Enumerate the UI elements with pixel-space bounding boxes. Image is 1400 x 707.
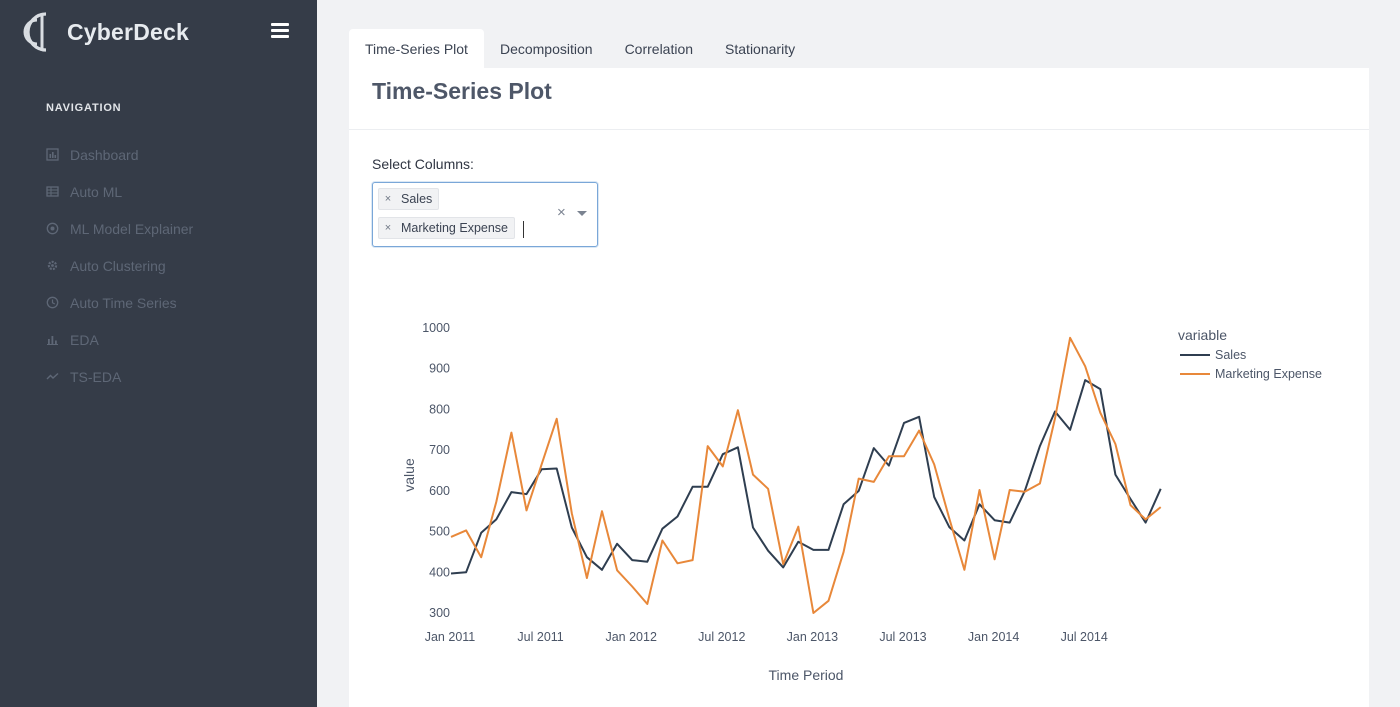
sidebar-item-label: ML Model Explainer xyxy=(70,220,194,237)
globe-icon xyxy=(44,221,60,237)
tab-decomposition[interactable]: Decomposition xyxy=(484,29,609,68)
sidebar-item-label: Auto Time Series xyxy=(70,294,177,311)
x-tick-label: Jul 2014 xyxy=(1061,630,1108,644)
cyberdeck-logo-icon xyxy=(23,12,47,52)
brand-name: CyberDeck xyxy=(67,18,189,45)
tab-bar: Time-Series Plot Decomposition Correlati… xyxy=(349,29,811,68)
menu-toggle-icon[interactable] xyxy=(271,23,289,38)
clock-icon xyxy=(44,295,60,311)
x-axis-title: Time Period xyxy=(769,667,844,683)
x-tick-label: Jul 2012 xyxy=(698,630,745,644)
legend-item-label[interactable]: Marketing Expense xyxy=(1215,367,1322,381)
sidebar-item-ml-model-explainer[interactable]: ML Model Explainer xyxy=(44,210,193,247)
sidebar-item-auto-time-series[interactable]: Auto Time Series xyxy=(44,284,193,321)
x-tick-label: Jan 2011 xyxy=(425,630,476,644)
line-chart-icon xyxy=(44,369,60,385)
sidebar-nav: Dashboard Auto ML ML Model Explainer Aut… xyxy=(44,136,193,395)
y-tick-label: 800 xyxy=(429,402,450,416)
tab-stationarity[interactable]: Stationarity xyxy=(709,29,811,68)
sidebar-item-dashboard[interactable]: Dashboard xyxy=(44,136,193,173)
y-tick-label: 400 xyxy=(429,565,450,579)
x-tick-label: Jan 2012 xyxy=(605,630,656,644)
bar-chart-icon xyxy=(44,332,60,348)
x-tick-label: Jul 2011 xyxy=(517,630,563,644)
sidebar-item-label: Auto ML xyxy=(70,183,123,200)
sidebar-item-eda[interactable]: EDA xyxy=(44,321,193,358)
x-tick-label: Jul 2013 xyxy=(879,630,926,644)
legend: variable Sales Marketing Expense xyxy=(1178,327,1322,381)
sidebar-item-label: Auto Clustering xyxy=(70,257,166,274)
sidebar-item-label: EDA xyxy=(70,331,99,348)
tab-time-series-plot[interactable]: Time-Series Plot xyxy=(349,29,484,68)
series-line-sales[interactable] xyxy=(450,379,1162,575)
time-series-chart[interactable]: 300 400 500 600 700 800 900 1000 Jan 2011 Jul 20… xyxy=(349,68,1369,707)
legend-item-label[interactable]: Sales xyxy=(1215,348,1246,362)
y-axis-ticks: 300 400 500 600 700 800 900 1000 xyxy=(422,321,450,620)
sidebar: CyberDeck NAVIGATION Dashboard Auto ML M… xyxy=(0,0,317,707)
x-tick-label: Jan 2014 xyxy=(968,630,1019,644)
brand[interactable]: CyberDeck xyxy=(20,8,189,56)
x-tick-label: Jan 2013 xyxy=(787,630,838,644)
grid-icon xyxy=(44,184,60,200)
tab-correlation[interactable]: Correlation xyxy=(609,29,709,68)
legend-title: variable xyxy=(1178,327,1227,343)
x-axis-ticks: Jan 2011 Jul 2011 Jan 2012 Jul 2012 Jan 2013… xyxy=(425,630,1108,644)
gear-icon xyxy=(44,258,60,274)
y-tick-label: 700 xyxy=(429,443,450,457)
y-tick-label: 300 xyxy=(429,606,450,620)
y-axis-title: value xyxy=(401,458,417,492)
sidebar-item-label: Dashboard xyxy=(70,146,139,163)
sidebar-item-auto-ml[interactable]: Auto ML xyxy=(44,173,193,210)
dashboard-icon xyxy=(44,147,60,163)
sidebar-item-ts-eda[interactable]: TS-EDA xyxy=(44,358,193,395)
sidebar-item-label: TS-EDA xyxy=(70,368,122,385)
content-card: Time-Series Plot Select Columns: × Sales… xyxy=(349,68,1369,707)
y-tick-label: 600 xyxy=(429,484,450,498)
y-tick-label: 500 xyxy=(429,525,450,539)
y-tick-label: 1000 xyxy=(422,321,450,335)
nav-heading: NAVIGATION xyxy=(46,102,122,114)
sidebar-item-auto-clustering[interactable]: Auto Clustering xyxy=(44,247,193,284)
y-tick-label: 900 xyxy=(429,362,450,376)
series-lines xyxy=(450,336,1162,614)
